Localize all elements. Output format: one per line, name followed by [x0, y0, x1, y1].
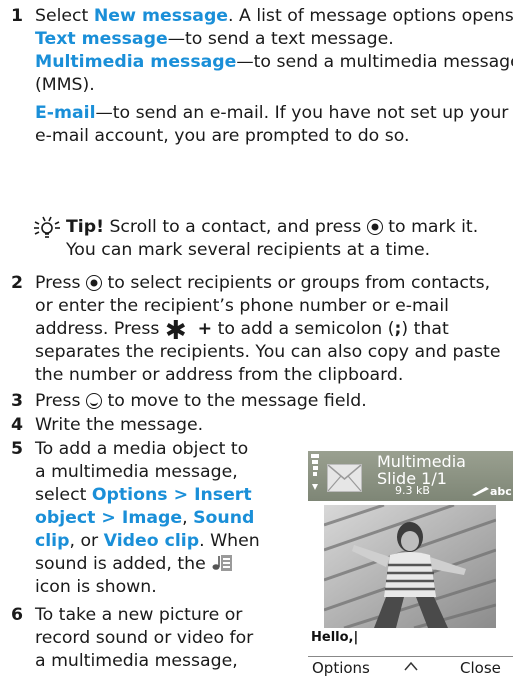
step-6-line-1: To take a new picture or: [35, 605, 243, 625]
phone-message-body: Hello,|: [308, 501, 513, 656]
step-text: ) that: [401, 319, 449, 339]
step-text: to select recipients or groups from cont…: [101, 273, 491, 293]
option-desc: —to send a multimedia message: [236, 52, 513, 72]
step-text: , or: [69, 531, 104, 551]
sound-note-icon: [212, 555, 233, 571]
options-softkey[interactable]: Options: [312, 659, 370, 677]
step-number: 1: [11, 6, 24, 26]
option-email-cont: e-mail account, you are prompted to do s…: [35, 126, 410, 146]
step-5-line-2: a multimedia message,: [35, 462, 238, 482]
step-5-line-6: sound is added, the: [35, 553, 233, 576]
step-4-line: Write the message.: [35, 415, 204, 435]
step-text: . When: [199, 531, 260, 551]
step-number: 4: [11, 415, 24, 435]
step-1: 1: [11, 5, 23, 28]
step-1-line-1: Select New message. A list of message op…: [35, 5, 513, 28]
pen-icon: [472, 487, 489, 496]
step-number: 3: [11, 391, 24, 411]
tip-bulb-icon: [34, 216, 60, 238]
tip-line-2: You can mark several recipients at a tim…: [66, 240, 431, 260]
step-5-line-1: To add a media object to: [35, 439, 249, 459]
step-number: 5: [11, 439, 24, 459]
step-5-line-3: select Options > Insert: [35, 484, 252, 507]
step-text: sound is added, the: [35, 554, 212, 574]
phone-screen: Multimedia Slide 1/1 9.3 kB abc Hello,| …: [308, 451, 513, 679]
scroll-up-arrow-icon: [404, 661, 418, 671]
step-6-line-3: a multimedia message,: [35, 651, 238, 671]
scroll-down-key-icon: [85, 393, 102, 409]
tip-text: to mark it.: [382, 217, 479, 237]
step-2-line-1: Press to select recipients or groups fro…: [35, 272, 490, 295]
step-3-line: Press to move to the message field.: [35, 390, 367, 413]
photo-image: [324, 505, 496, 628]
message-text[interactable]: Hello,|: [311, 630, 358, 646]
signal-icon: [311, 454, 319, 490]
phone-header: Multimedia Slide 1/1 9.3 kB abc: [308, 451, 513, 501]
message-size: 9.3 kB: [395, 484, 430, 497]
step-number: 2: [11, 273, 24, 293]
new-message-link[interactable]: New message: [94, 6, 228, 26]
phone-title: Multimedia Slide 1/1: [377, 453, 466, 487]
step-text: ,: [182, 508, 194, 528]
tip-line-1: Tip! Scroll to a contact, and press to m…: [66, 216, 478, 239]
step-2-line-5: the number or address from the clipboard…: [35, 365, 404, 385]
step-5-line-7: icon is shown.: [35, 577, 157, 597]
phone-title-line-1: Multimedia: [377, 452, 466, 471]
step-text: select: [35, 485, 92, 505]
envelope-icon: [327, 464, 362, 492]
message-content: Hello,: [311, 630, 354, 645]
step-text: to move to the message field.: [101, 391, 367, 411]
plus-key-icon: +: [197, 319, 213, 339]
step-text: Press: [35, 391, 86, 411]
step-2-line-3: address. Press ✱ + to add a semicolon (;…: [35, 318, 449, 344]
tip-text: Scroll to a contact, and press: [103, 217, 367, 237]
option-email: E-mail—to send an e-mail. If you have no…: [35, 102, 508, 125]
object-image-link[interactable]: object > Image: [35, 508, 182, 528]
clip-link[interactable]: clip: [35, 531, 69, 551]
tip-label: Tip!: [66, 217, 104, 237]
step-text: to add a semicolon (: [212, 319, 395, 339]
step-text: . A list of message options opens.: [228, 6, 513, 26]
step-5-line-5: clip, or Video clip. When: [35, 530, 260, 553]
video-clip-link[interactable]: Video clip: [104, 531, 199, 551]
option-desc: —to send an e-mail. If you have not set …: [95, 103, 509, 123]
step-2-line-4: separates the recipients. You can also c…: [35, 342, 501, 362]
close-softkey[interactable]: Close: [460, 659, 501, 677]
step-5-line-4: object > Image, Sound: [35, 507, 254, 530]
step-number: 6: [11, 605, 24, 625]
option-multimedia-cont: (MMS).: [35, 75, 95, 95]
input-mode: abc: [472, 486, 512, 498]
option-multimedia-message: Multimedia message—to send a multimedia …: [35, 51, 513, 74]
step-2-line-2: or enter the recipient’s phone number or…: [35, 296, 449, 316]
softkey-bar: Options Close: [308, 656, 513, 679]
text-message-link[interactable]: Text message: [35, 29, 168, 49]
select-key-icon: [85, 275, 102, 291]
sound-link[interactable]: Sound: [193, 508, 254, 528]
multimedia-message-link[interactable]: Multimedia message: [35, 52, 236, 72]
email-link[interactable]: E-mail: [35, 103, 96, 123]
step-text: address. Press: [35, 319, 165, 339]
step-text: Press: [35, 273, 86, 293]
options-insert-link[interactable]: Options > Insert: [92, 485, 252, 505]
step-6-line-2: record sound or video for: [35, 628, 254, 648]
option-text-message: Text message—to send a text message.: [35, 28, 394, 51]
option-desc: —to send a text message.: [167, 29, 394, 49]
input-mode-text: abc: [490, 485, 512, 498]
step-text: Select: [35, 6, 94, 26]
select-key-icon: [366, 219, 383, 235]
